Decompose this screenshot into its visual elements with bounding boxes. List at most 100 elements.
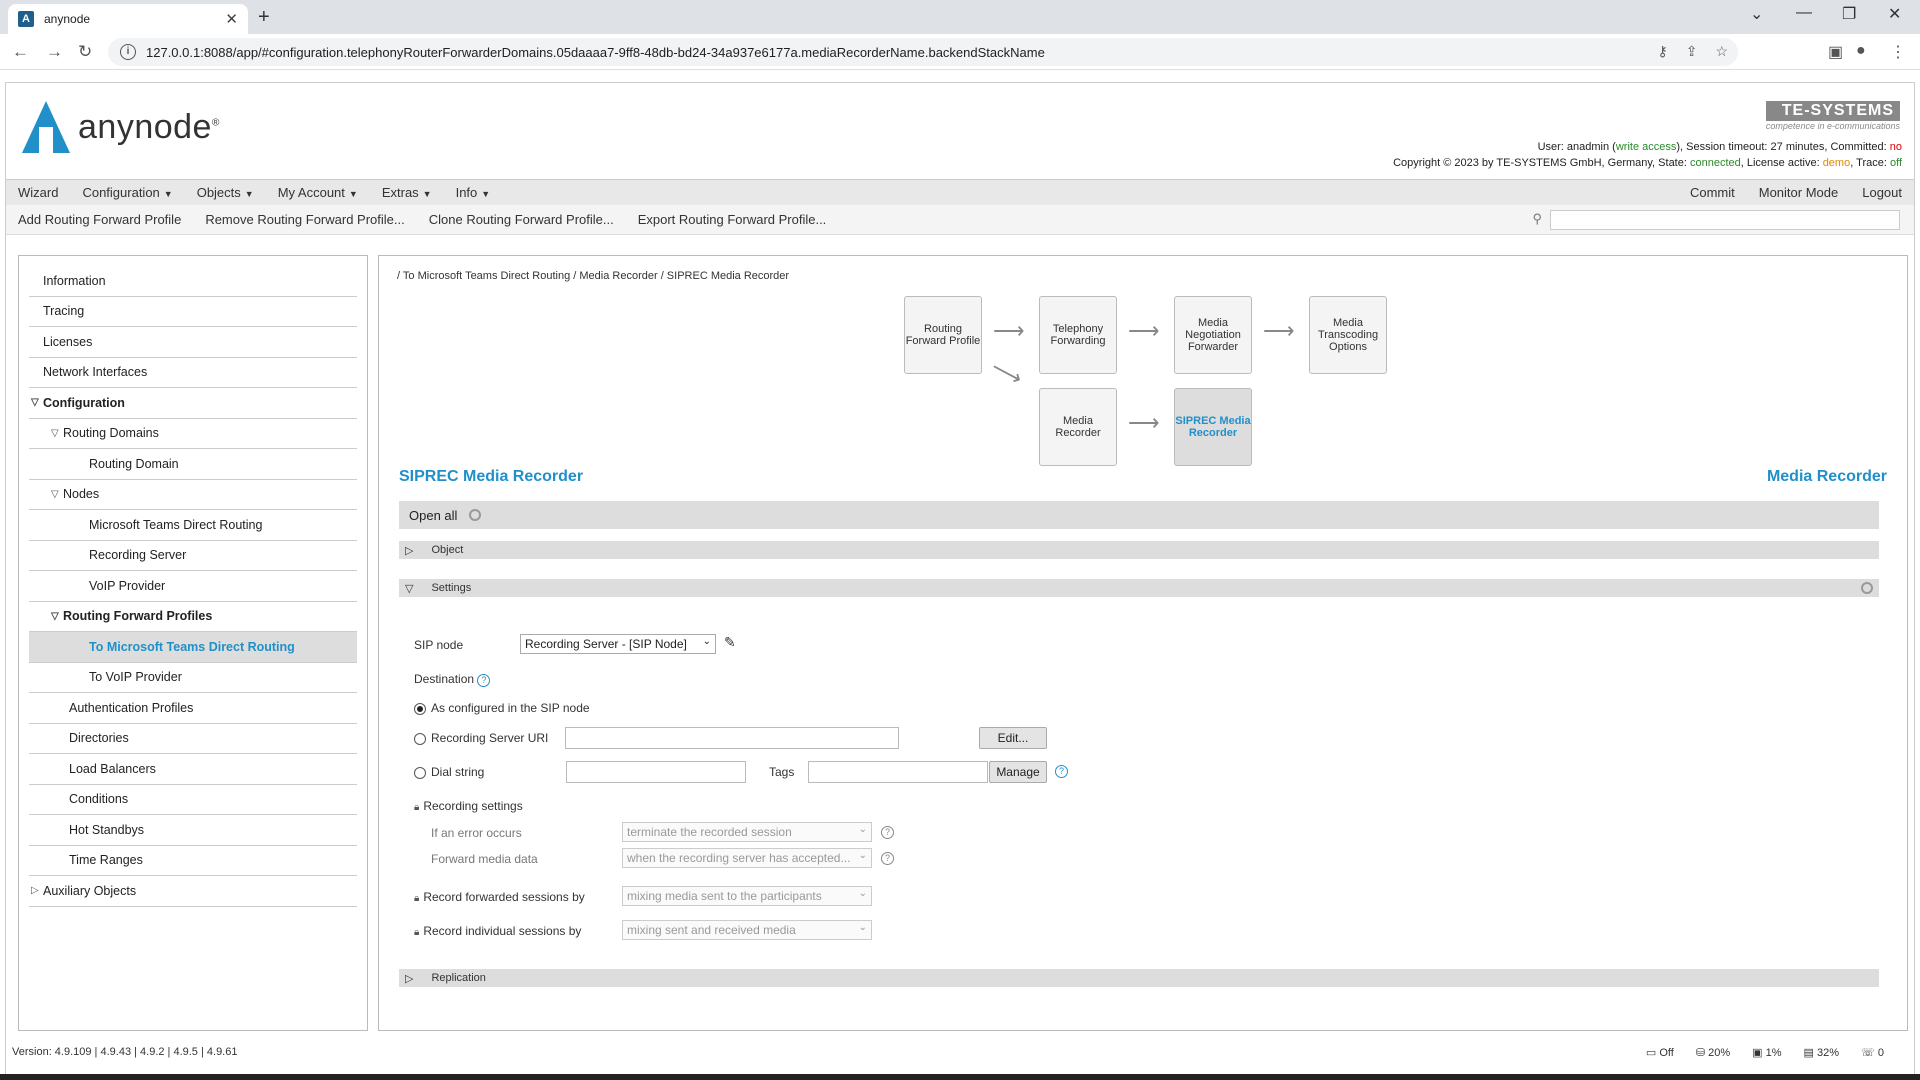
- nav-load-balancers[interactable]: Load Balancers: [29, 754, 357, 785]
- flow-routing-forward-profile[interactable]: Routing Forward Profile: [904, 296, 982, 374]
- nav-licenses[interactable]: Licenses: [29, 327, 357, 358]
- open-all-button[interactable]: Open all: [409, 508, 457, 523]
- collapse-all-icon[interactable]: [469, 509, 482, 521]
- remove-profile-button[interactable]: Remove Routing Forward Profile...: [193, 212, 416, 227]
- expanded-triangle-icon[interactable]: ▽: [51, 489, 63, 500]
- profile-icon[interactable]: ●: [1856, 42, 1866, 60]
- tab-search-icon[interactable]: ⌄: [1750, 4, 1763, 24]
- close-tab-icon[interactable]: ✕: [225, 10, 238, 28]
- nav-profile-ms-teams[interactable]: To Microsoft Teams Direct Routing: [29, 632, 357, 663]
- minimize-icon[interactable]: —: [1796, 4, 1812, 22]
- manage-button[interactable]: Manage: [989, 761, 1047, 783]
- nav-node-ms-teams[interactable]: Microsoft Teams Direct Routing: [29, 510, 357, 541]
- export-profile-button[interactable]: Export Routing Forward Profile...: [626, 212, 839, 227]
- key-icon[interactable]: ⚷: [1657, 43, 1667, 60]
- flow-media-recorder[interactable]: Media Recorder: [1039, 388, 1117, 466]
- nav-tracing[interactable]: Tracing: [29, 297, 357, 327]
- browser-tab[interactable]: A anynode ✕: [8, 4, 248, 34]
- expanded-triangle-icon: ▽: [405, 582, 414, 595]
- chevron-down-icon: ⌄: [858, 922, 867, 933]
- sip-node-select[interactable]: Recording Server - [SIP Node] ⌄: [520, 634, 716, 654]
- nav-network-interfaces[interactable]: Network Interfaces: [29, 358, 357, 388]
- nav-configuration[interactable]: ▽ Configuration: [29, 388, 357, 419]
- radio-as-configured[interactable]: As configured in the SIP node: [414, 701, 590, 715]
- nav-hot-standbys[interactable]: Hot Standbys: [29, 815, 357, 846]
- nav-time-ranges[interactable]: Time Ranges: [29, 846, 357, 876]
- kebab-menu-icon[interactable]: ⋮: [1890, 42, 1906, 62]
- nav-information[interactable]: Information: [29, 266, 357, 297]
- new-tab-icon[interactable]: +: [258, 6, 270, 29]
- caret-down-icon: ▼: [481, 189, 491, 199]
- logo-text: anynode®: [78, 107, 220, 146]
- nav-nodes[interactable]: ▽ Nodes: [29, 480, 357, 510]
- clone-profile-button[interactable]: Clone Routing Forward Profile...: [417, 212, 626, 227]
- bookmark-star-icon[interactable]: ☆: [1715, 43, 1728, 60]
- radio-dial-string[interactable]: Dial string: [414, 765, 484, 779]
- section-reset-icon[interactable]: [1861, 582, 1873, 594]
- recording-server-uri-input[interactable]: [565, 727, 899, 749]
- site-info-icon[interactable]: i: [120, 44, 136, 60]
- nav-routing-domains[interactable]: ▽ Routing Domains: [29, 419, 357, 449]
- error-action-select[interactable]: terminate the recorded session ⌄: [622, 822, 872, 842]
- close-window-icon[interactable]: ✕: [1888, 4, 1901, 24]
- section-object[interactable]: ▷ Object: [399, 541, 1879, 559]
- caret-down-icon: ▼: [244, 189, 254, 199]
- menu-monitor-mode[interactable]: Monitor Mode: [1747, 185, 1850, 200]
- expanded-triangle-icon[interactable]: ▽: [51, 611, 63, 622]
- menu-extras[interactable]: Extras ▼: [370, 185, 444, 200]
- record-forwarded-select[interactable]: mixing media sent to the participants ⌄: [622, 886, 872, 906]
- lock-icon[interactable]: 🔒︎: [414, 893, 419, 904]
- forward-icon[interactable]: →: [46, 42, 63, 62]
- dial-string-input[interactable]: [566, 761, 746, 783]
- arrow-right-icon: ⟶: [993, 318, 1025, 343]
- collapsed-triangle-icon[interactable]: ▷: [31, 885, 43, 896]
- help-icon[interactable]: ?: [881, 826, 894, 839]
- stat-trace: ▭ Off: [1645, 1047, 1674, 1059]
- expanded-triangle-icon[interactable]: ▽: [31, 397, 43, 408]
- menu-my-account[interactable]: My Account ▼: [266, 185, 370, 200]
- app-frame: anynode® TE-SYSTEMS competence in e-comm…: [5, 82, 1915, 1080]
- help-icon[interactable]: ?: [477, 674, 491, 687]
- sidepanel-icon[interactable]: ▣: [1828, 42, 1843, 62]
- search-input[interactable]: [1550, 210, 1900, 230]
- nav-routing-forward-profiles[interactable]: ▽ Routing Forward Profiles: [29, 602, 357, 632]
- nav-node-voip-provider[interactable]: VoIP Provider: [29, 571, 357, 602]
- flow-media-transcoding-options[interactable]: Media Transcoding Options: [1309, 296, 1387, 374]
- nav-conditions[interactable]: Conditions: [29, 785, 357, 815]
- menu-info[interactable]: Info ▼: [444, 185, 503, 200]
- tags-input[interactable]: [808, 761, 988, 783]
- flow-siprec-media-recorder[interactable]: SIPREC Media Recorder: [1174, 388, 1252, 466]
- flow-telephony-forwarding[interactable]: Telephony Forwarding: [1039, 296, 1117, 374]
- section-settings[interactable]: ▽ Settings: [399, 579, 1879, 597]
- expanded-triangle-icon[interactable]: ▽: [51, 428, 63, 439]
- radio-recording-server-uri[interactable]: Recording Server URI: [414, 731, 548, 745]
- share-icon[interactable]: ⇪: [1686, 43, 1698, 60]
- record-individual-select[interactable]: mixing sent and received media ⌄: [622, 920, 872, 940]
- section-replication[interactable]: ▷ Replication: [399, 969, 1879, 987]
- menu-commit[interactable]: Commit: [1678, 185, 1747, 200]
- memory-icon: ▤: [1803, 1047, 1814, 1059]
- lock-icon[interactable]: 🔒︎: [414, 802, 419, 813]
- nav-directories[interactable]: Directories: [29, 724, 357, 754]
- menu-wizard[interactable]: Wizard: [6, 185, 70, 200]
- back-icon[interactable]: ←: [12, 42, 29, 62]
- forward-media-select[interactable]: when the recording server has accepted..…: [622, 848, 872, 868]
- nav-authentication-profiles[interactable]: Authentication Profiles: [29, 693, 357, 724]
- lock-icon[interactable]: 🔒︎: [414, 927, 419, 938]
- nav-node-recording-server[interactable]: Recording Server: [29, 541, 357, 571]
- menu-configuration[interactable]: Configuration ▼: [70, 185, 184, 200]
- restore-icon[interactable]: ❐: [1842, 4, 1856, 24]
- flow-media-negotiation-forwarder[interactable]: Media Negotiation Forwarder: [1174, 296, 1252, 374]
- nav-profile-voip-provider[interactable]: To VoIP Provider: [29, 663, 357, 693]
- menu-objects[interactable]: Objects ▼: [185, 185, 266, 200]
- help-icon[interactable]: ?: [1055, 765, 1068, 778]
- nav-routing-domain[interactable]: Routing Domain: [29, 449, 357, 480]
- nav-auxiliary-objects[interactable]: ▷ Auxiliary Objects: [29, 876, 357, 907]
- menu-logout[interactable]: Logout: [1850, 185, 1914, 200]
- help-icon[interactable]: ?: [881, 852, 894, 865]
- add-profile-button[interactable]: Add Routing Forward Profile: [6, 212, 193, 227]
- edit-pencil-icon[interactable]: ✎: [724, 634, 736, 651]
- reload-icon[interactable]: ↻: [78, 42, 92, 62]
- edit-button[interactable]: Edit...: [979, 727, 1047, 749]
- omnibox[interactable]: i 127.0.0.1:8088/app/#configuration.tele…: [108, 38, 1738, 66]
